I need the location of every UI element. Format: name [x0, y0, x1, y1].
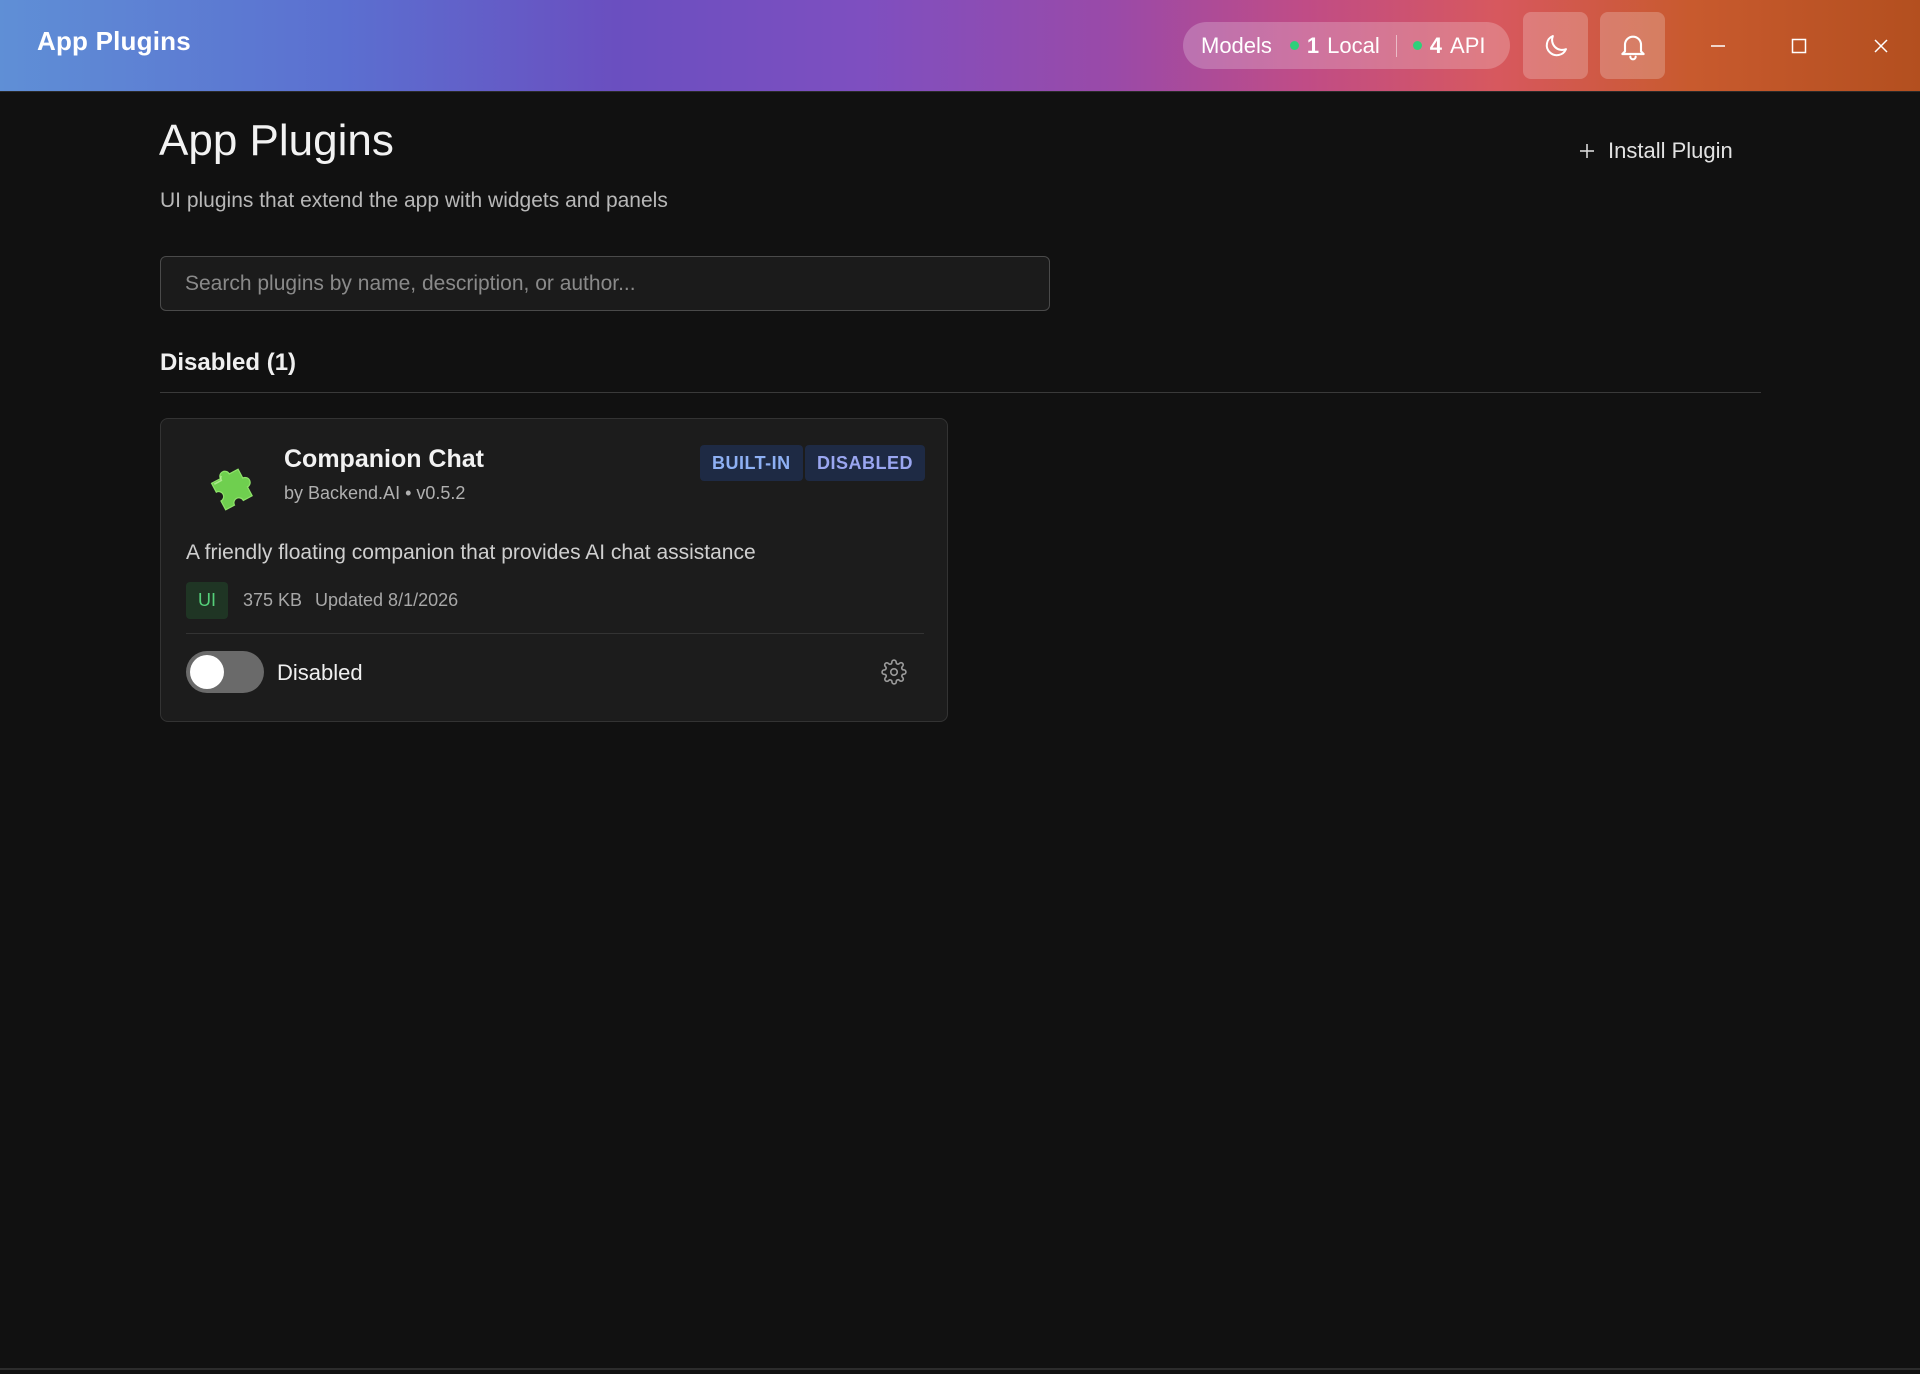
section-divider	[160, 392, 1761, 393]
minimize-icon	[1711, 45, 1725, 47]
maximize-button[interactable]	[1777, 24, 1821, 68]
api-models-status: 4 API	[1412, 32, 1486, 59]
api-label: API	[1450, 32, 1486, 58]
local-count: 1	[1306, 32, 1320, 58]
toggle-knob	[190, 655, 224, 689]
toggle-status-label: Disabled	[277, 660, 363, 685]
bottom-border	[0, 1368, 1920, 1370]
plugin-card: Companion Chat by Backend.AI • v0.5.2 BU…	[160, 418, 948, 722]
section-title-disabled: Disabled (1)	[160, 349, 297, 376]
pill-divider	[1395, 34, 1397, 57]
api-count: 4	[1429, 32, 1443, 58]
install-plugin-button[interactable]: Install Plugin	[1578, 134, 1733, 168]
close-icon	[1874, 39, 1888, 53]
bell-icon	[1620, 35, 1645, 60]
plugin-enable-toggle[interactable]	[186, 651, 264, 693]
notifications-button[interactable]	[1600, 12, 1665, 79]
puzzle-icon	[201, 457, 259, 515]
plugin-name: Companion Chat	[284, 445, 484, 473]
moon-icon	[1545, 34, 1567, 56]
window-title: App Plugins	[37, 26, 191, 56]
status-badge: DISABLED	[805, 445, 926, 481]
close-button[interactable]	[1859, 24, 1903, 68]
local-label: Local	[1327, 32, 1380, 58]
local-models-status: 1 Local	[1289, 32, 1380, 59]
theme-toggle-button[interactable]	[1523, 12, 1588, 79]
models-label: Models	[1201, 32, 1272, 58]
plugin-author-version: by Backend.AI • v0.5.2	[284, 483, 466, 503]
api-status-dot-icon	[1412, 41, 1422, 50]
plugin-updated-date: Updated 8/1/2026	[315, 590, 459, 610]
page-title: App Plugins	[159, 116, 394, 165]
models-status-pill[interactable]: Models 1 Local 4 API	[1183, 22, 1510, 69]
plugin-settings-button[interactable]	[879, 657, 909, 687]
page-subtitle: UI plugins that extend the app with widg…	[160, 189, 668, 212]
local-status-dot-icon	[1289, 41, 1299, 50]
plugin-type-tag: UI	[186, 582, 228, 619]
install-plugin-label: Install Plugin	[1608, 138, 1733, 163]
search-input[interactable]	[160, 256, 1050, 311]
plugin-description: A friendly floating companion that provi…	[186, 541, 756, 564]
title-bar: App Plugins Models 1 Local 4 API	[0, 0, 1920, 92]
maximize-icon	[1791, 38, 1807, 54]
plugin-size: 375 KB	[243, 590, 303, 610]
gear-icon	[881, 659, 907, 685]
built-in-badge: BUILT-IN	[700, 445, 803, 481]
card-divider	[186, 633, 924, 634]
minimize-button[interactable]	[1696, 24, 1740, 68]
plus-icon	[1580, 144, 1594, 158]
